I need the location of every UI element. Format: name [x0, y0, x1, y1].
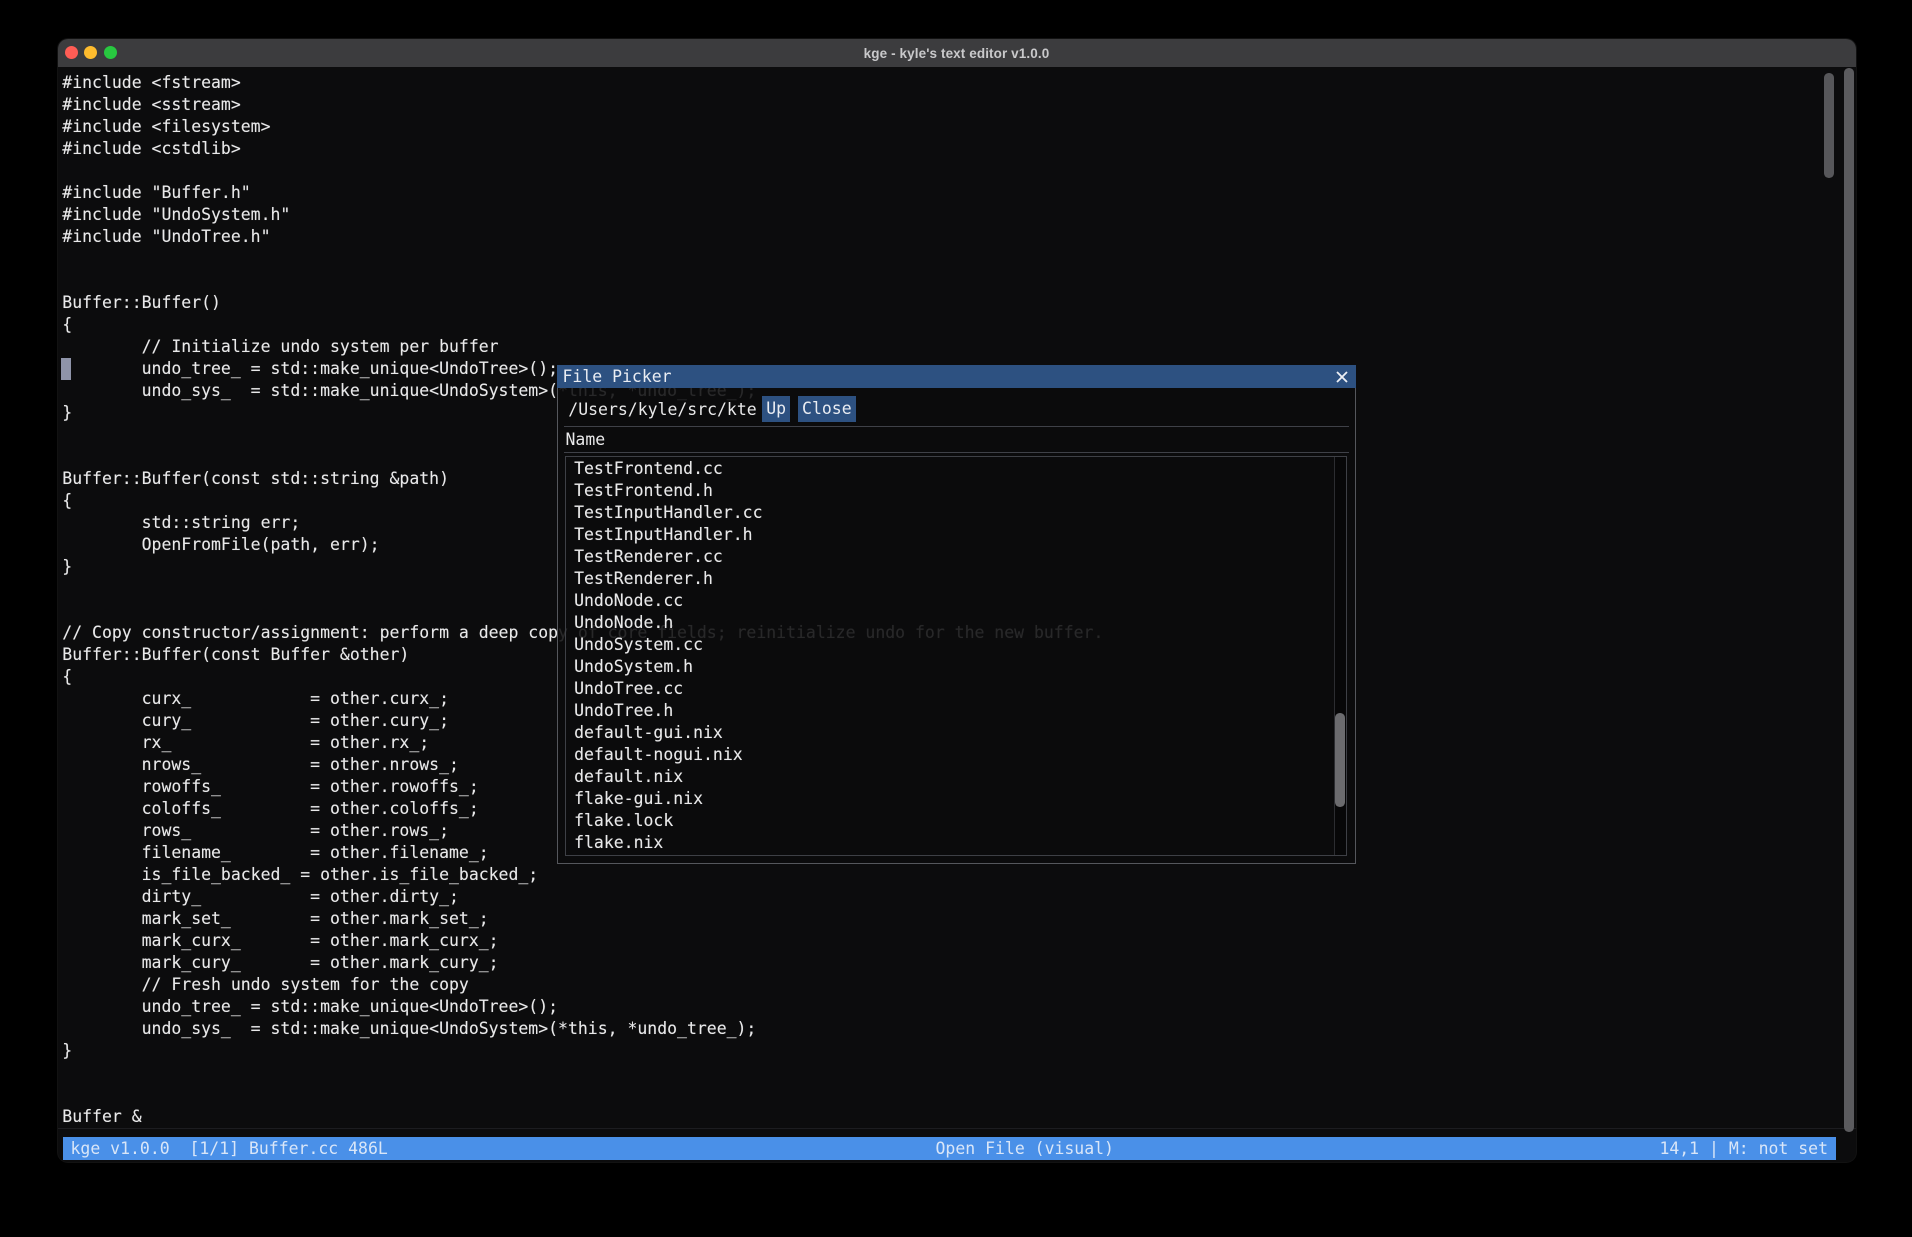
file-list-item[interactable]: UndoSystem.h	[566, 656, 1334, 678]
file-list-item[interactable]: TestInputHandler.cc	[566, 502, 1334, 524]
file-list-item[interactable]: default-nogui.nix	[566, 744, 1334, 766]
file-list-item[interactable]: flake.lock	[566, 810, 1334, 832]
file-list-item[interactable]: UndoTree.h	[566, 700, 1334, 722]
separator	[564, 426, 1349, 427]
status-bar: kge v1.0.0 [1/1] Buffer.cc 486L Open Fil…	[63, 1137, 1837, 1160]
file-list-item[interactable]: flake.nix	[566, 832, 1334, 854]
dialog-close-icon[interactable]	[1336, 371, 1348, 383]
zoom-window-button[interactable]	[104, 46, 117, 59]
column-header-name: Name	[566, 429, 606, 451]
file-list-item[interactable]: flake-gui.nix	[566, 788, 1334, 810]
status-mode: Open File (visual)	[936, 1137, 1114, 1160]
window-titlebar[interactable]: kge - kyle's text editor v1.0.0	[58, 39, 1856, 67]
file-picker-dialog: File Picker /Users/kyle/src/kte Up Close…	[557, 365, 1356, 864]
file-list-scrollbar-track[interactable]	[1334, 457, 1346, 856]
up-button[interactable]: Up	[762, 396, 790, 422]
file-list-item[interactable]: TestFrontend.h	[566, 480, 1334, 502]
window-scrollbar-thumb[interactable]	[1844, 68, 1854, 1132]
file-list-item[interactable]: UndoNode.cc	[566, 590, 1334, 612]
file-list-item[interactable]: UndoNode.h	[566, 612, 1334, 634]
editor-scrollbar-thumb[interactable]	[1824, 73, 1834, 178]
file-picker-titlebar[interactable]: File Picker	[557, 365, 1356, 388]
desktop-background: kge - kyle's text editor v1.0.0 #include…	[0, 0, 1912, 1237]
file-picker-title: File Picker	[563, 367, 672, 386]
file-list-item[interactable]: UndoTree.cc	[566, 678, 1334, 700]
file-list-item[interactable]: UndoSystem.cc	[566, 634, 1334, 656]
status-cursor-info: 14,1 | M: not set	[1659, 1137, 1828, 1160]
traffic-lights	[65, 46, 117, 59]
window-title: kge - kyle's text editor v1.0.0	[58, 39, 1856, 67]
path-row: /Users/kyle/src/kte Up Close	[558, 389, 1355, 426]
file-list-item[interactable]: TestInputHandler.h	[566, 524, 1334, 546]
editor-window: kge - kyle's text editor v1.0.0 #include…	[58, 39, 1856, 1162]
file-list-item[interactable]: default-gui.nix	[566, 722, 1334, 744]
file-list-item[interactable]: TestFrontend.cc	[566, 458, 1334, 480]
close-window-button[interactable]	[65, 46, 78, 59]
file-list-scrollbar-thumb[interactable]	[1335, 713, 1345, 807]
current-path: /Users/kyle/src/kte	[568, 399, 756, 421]
file-list-item[interactable]: TestRenderer.cc	[566, 546, 1334, 568]
statusbar-divider	[58, 1128, 1856, 1129]
file-list-item[interactable]: TestRenderer.h	[566, 568, 1334, 590]
editor-content: #include <fstream> #include <sstream> #i…	[58, 67, 1856, 1162]
file-list: TestFrontend.ccTestFrontend.hTestInputHa…	[565, 456, 1348, 857]
separator	[564, 452, 1349, 453]
close-button[interactable]: Close	[798, 396, 856, 422]
status-app-info: kge v1.0.0 [1/1] Buffer.cc 486L	[71, 1137, 388, 1160]
minimize-window-button[interactable]	[84, 46, 97, 59]
file-list-item[interactable]: default.nix	[566, 766, 1334, 788]
file-list-rows: TestFrontend.ccTestFrontend.hTestInputHa…	[566, 458, 1334, 854]
